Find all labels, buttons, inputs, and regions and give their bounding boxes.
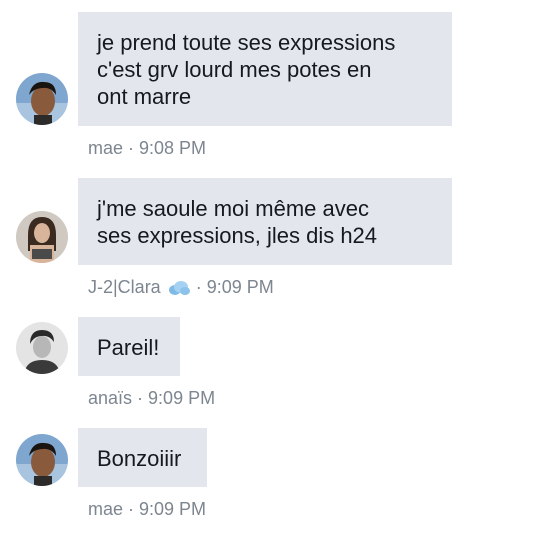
avatar[interactable]: [16, 73, 68, 125]
message-time: 9:09 PM: [206, 277, 274, 297]
avatar[interactable]: [16, 434, 68, 486]
message-meta: J-2|Clara · 9:09 PM: [88, 277, 274, 298]
message-bubble[interactable]: je prend toute ses expressions c'est grv…: [78, 12, 452, 126]
meta-separator: ·: [137, 388, 144, 408]
message-meta: mae · 9:08 PM: [88, 138, 206, 159]
author-name[interactable]: mae: [88, 138, 123, 159]
author-name[interactable]: anaïs: [88, 388, 132, 409]
message-bubble[interactable]: Bonzoiiir: [78, 428, 207, 487]
message-meta: anaïs · 9:09 PM: [88, 388, 215, 409]
cloud-icon: [167, 280, 191, 296]
message-meta: mae · 9:09 PM: [88, 499, 206, 520]
message-bubble[interactable]: j'me saoule moi même avec ses expression…: [78, 178, 452, 265]
message-time: 9:09 PM: [139, 499, 207, 519]
message-time: 9:09 PM: [148, 388, 216, 408]
message-bubble[interactable]: Pareil!: [78, 317, 180, 376]
message-time: 9:08 PM: [139, 138, 207, 158]
meta-separator: ·: [195, 277, 202, 297]
author-name[interactable]: J-2|Clara: [88, 277, 161, 298]
chat-thread: je prend toute ses expressions c'est grv…: [0, 0, 540, 540]
author-name[interactable]: mae: [88, 499, 123, 520]
avatar[interactable]: [16, 322, 68, 374]
meta-separator: ·: [128, 499, 135, 519]
avatar[interactable]: [16, 211, 68, 263]
meta-separator: ·: [128, 138, 135, 158]
